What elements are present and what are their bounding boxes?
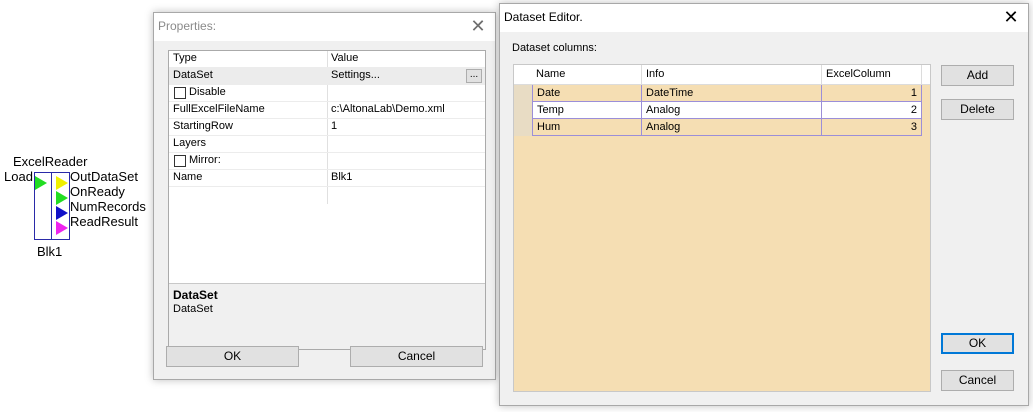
name-cell[interactable]: Temp (532, 102, 642, 119)
numrecords-port-icon[interactable] (56, 206, 68, 220)
table-row[interactable]: Date DateTime 1 (514, 85, 930, 102)
info-cell[interactable]: DateTime (642, 85, 822, 102)
header-divider (641, 65, 642, 85)
block-type-label: ExcelReader (13, 154, 88, 169)
property-row-name[interactable]: Name Blk1 (169, 170, 485, 187)
dataset-editor-title: Dataset Editor. (504, 10, 583, 24)
input-port-label: Load (4, 169, 33, 184)
outdataset-port-icon[interactable] (56, 176, 68, 190)
property-grid-header: Type Value (169, 51, 485, 68)
property-key: Disable (189, 86, 226, 98)
ok-button[interactable]: OK (166, 346, 299, 367)
property-description-panel: DataSet DataSet (169, 283, 485, 349)
row-selector[interactable] (514, 102, 532, 119)
close-icon[interactable]: ✕ (461, 13, 495, 41)
grid-header: Name Info ExcelColumn (514, 65, 930, 85)
properties-title: Properties: (158, 19, 217, 33)
disable-checkbox[interactable] (174, 87, 186, 99)
table-row[interactable]: Temp Analog 2 (514, 102, 930, 119)
property-key: Mirror: (189, 154, 221, 166)
name-cell[interactable]: Date (532, 85, 642, 102)
load-input-port-icon[interactable] (35, 176, 47, 190)
header-divider (921, 65, 922, 85)
block-divider (51, 172, 52, 240)
property-value[interactable]: 1 (331, 120, 337, 132)
block-name-label: Blk1 (37, 244, 63, 259)
property-key: DataSet (173, 69, 213, 81)
output-port-label-outdataset: OutDataSet (70, 169, 138, 184)
property-value[interactable]: c:\AltonaLab\Demo.xml (331, 103, 445, 115)
ellipsis-button[interactable]: ... (466, 69, 482, 83)
property-grid: Type Value DataSet Settings... ... Disab… (168, 50, 486, 350)
dataset-editor-dialog: Dataset Editor. ✕ Dataset columns: Name … (499, 3, 1029, 406)
delete-button[interactable]: Delete (941, 99, 1014, 120)
row-selector[interactable] (514, 85, 532, 102)
name-cell[interactable]: Hum (532, 119, 642, 136)
property-key: Layers (173, 137, 207, 149)
excel-column-cell[interactable]: 3 (822, 119, 922, 136)
property-key: FullExcelFileName (173, 103, 265, 115)
output-port-label-numrecords: NumRecords (70, 199, 146, 214)
cancel-button[interactable]: Cancel (350, 346, 483, 367)
property-row-startingrow[interactable]: StartingRow 1 (169, 119, 485, 136)
property-value[interactable]: Settings... (331, 69, 380, 81)
property-row-disable[interactable]: Disable (169, 85, 485, 102)
description-title: DataSet (173, 288, 218, 302)
ok-button[interactable]: OK (941, 333, 1014, 354)
properties-titlebar[interactable]: Properties: ✕ (154, 13, 495, 41)
info-column-header[interactable]: Info (646, 68, 664, 80)
value-column-header: Value (331, 52, 359, 64)
info-cell[interactable]: Analog (642, 102, 822, 119)
properties-dialog: Properties: ✕ Type Value DataSet Setting… (153, 12, 496, 380)
property-row-dataset[interactable]: DataSet Settings... ... (169, 68, 485, 85)
cancel-button[interactable]: Cancel (941, 370, 1014, 391)
dataset-columns-grid[interactable]: Name Info ExcelColumn Date DateTime 1 Te… (513, 64, 931, 392)
excel-column-cell[interactable]: 2 (822, 102, 922, 119)
description-text: DataSet (173, 303, 213, 315)
type-column-header: Type (173, 52, 197, 64)
dataset-editor-titlebar[interactable]: Dataset Editor. ✕ (500, 4, 1028, 32)
readresult-port-icon[interactable] (56, 221, 68, 235)
excelcolumn-column-header[interactable]: ExcelColumn (826, 68, 891, 80)
name-column-header[interactable]: Name (536, 68, 565, 80)
excel-column-cell[interactable]: 1 (822, 85, 922, 102)
close-icon[interactable]: ✕ (994, 4, 1028, 32)
onready-port-icon[interactable] (56, 191, 68, 205)
add-button[interactable]: Add (941, 65, 1014, 86)
output-port-label-onready: OnReady (70, 184, 125, 199)
property-row-fullexcelfilename[interactable]: FullExcelFileName c:\AltonaLab\Demo.xml (169, 102, 485, 119)
info-cell[interactable]: Analog (642, 119, 822, 136)
row-selector[interactable] (514, 119, 532, 136)
output-port-label-readresult: ReadResult (70, 214, 138, 229)
header-divider (821, 65, 822, 85)
mirror-checkbox[interactable] (174, 155, 186, 167)
property-row-mirror[interactable]: Mirror: (169, 153, 485, 170)
property-row-layers[interactable]: Layers (169, 136, 485, 153)
property-key: StartingRow (173, 120, 233, 132)
dataset-columns-label: Dataset columns: (512, 42, 597, 54)
property-value[interactable]: Blk1 (331, 171, 352, 183)
property-key: Name (173, 171, 203, 183)
table-row[interactable]: Hum Analog 3 (514, 119, 930, 136)
